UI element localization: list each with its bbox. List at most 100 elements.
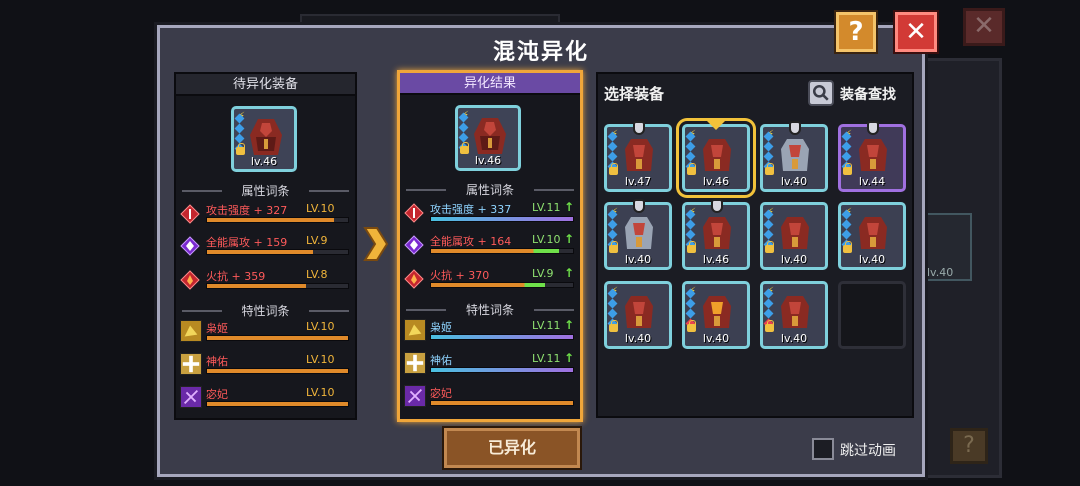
pending-item-slot[interactable]: ⚡ lv.46	[231, 106, 297, 172]
pin-icon	[867, 121, 879, 135]
trait-bar	[206, 335, 349, 341]
equipment-slot[interactable]: ⚡lv.46	[682, 124, 750, 192]
close-button[interactable]: ✕	[895, 12, 937, 52]
stat-bar	[206, 283, 349, 289]
level-up-icon: ↑	[563, 318, 574, 332]
lock-icon	[236, 143, 245, 155]
equipment-slot[interactable]: ⚡lv.46	[682, 199, 750, 270]
stat-name: 全能属攻 + 159	[206, 236, 288, 249]
equipment-icon	[781, 296, 809, 328]
result-panel: 异化结果 ⚡ lv.46 属性词条 攻击强度 + 337 LV.11 ↑ 全能属…	[397, 70, 583, 422]
equipment-slot[interactable]: ⚡lv.40	[760, 121, 828, 192]
result-stat-row: 攻击强度 + 337 LV.11 ↑	[404, 200, 576, 229]
equipment-level: lv.44	[858, 175, 886, 188]
equipment-icon	[703, 296, 731, 328]
stat-name: 攻击强度 + 337	[430, 203, 512, 216]
result-trait-row: 宓妃	[404, 385, 576, 413]
stat-bar	[206, 217, 349, 223]
armor-icon	[474, 118, 506, 154]
pending-trait-row: 宓妃 LV.10	[180, 386, 351, 414]
equipment-slot[interactable]: ⚡lv.40	[760, 281, 828, 349]
lock-icon	[843, 163, 852, 175]
lock-icon	[843, 241, 852, 253]
equipment-slot[interactable]: ⚡lv.40	[838, 202, 906, 270]
equipment-level: lv.40	[780, 175, 808, 188]
help-button[interactable]: ?	[836, 12, 876, 52]
equipment-slot[interactable]: ⚡lv.47	[604, 121, 672, 192]
trait-name: 枭姬	[430, 321, 452, 334]
owl-trait-icon	[180, 320, 202, 342]
equipment-slot[interactable]: ⚡lv.40	[760, 202, 828, 270]
item-level: lv.46	[474, 154, 502, 167]
trait-name: 宓妃	[430, 387, 452, 400]
trait-level: LV.11	[532, 352, 561, 365]
stat-level: LV.9	[532, 267, 554, 280]
equipment-icon	[625, 139, 653, 171]
armor-icon	[250, 119, 282, 155]
magnifier-icon	[808, 80, 834, 106]
equipment-slot[interactable]: ⚡lv.40	[682, 281, 750, 349]
stat-level: LV.11	[532, 201, 561, 214]
stat-level: LV.10	[532, 233, 561, 246]
level-up-icon: ↑	[563, 232, 574, 246]
trait-bar	[206, 401, 349, 407]
equipment-level: lv.46	[702, 253, 730, 266]
equipment-level: lv.46	[702, 175, 730, 188]
fire-resist-icon	[180, 270, 200, 290]
trait-bar	[430, 334, 574, 340]
stat-level: LV.10	[306, 202, 335, 215]
equipment-level: lv.40	[780, 332, 808, 345]
equipment-search-button[interactable]: 装备查找	[808, 78, 908, 108]
lock-icon	[765, 241, 774, 253]
pending-header: 待异化装备	[176, 74, 355, 96]
stat-level: LV.8	[306, 268, 328, 281]
equipment-slot[interactable]: ⚡lv.44	[838, 121, 906, 192]
equipment-level: lv.40	[624, 253, 652, 266]
pending-stat-row: 火抗 + 359 LV.8	[180, 268, 351, 296]
trait-level: LV.10	[306, 320, 335, 333]
select-equipment-title: 选择装备	[604, 85, 665, 103]
elemental-stat-icon	[180, 236, 200, 256]
stat-bar	[430, 248, 574, 254]
trait-name: 宓妃	[206, 388, 228, 401]
equipment-search-label: 装备查找	[840, 87, 896, 103]
equipment-level: lv.40	[702, 332, 730, 345]
result-header: 异化结果	[400, 73, 580, 95]
equipment-icon	[859, 217, 887, 249]
trait-name: 神佑	[206, 355, 228, 368]
result-item-slot[interactable]: ⚡ lv.46	[455, 105, 521, 171]
equipment-icon	[625, 217, 653, 249]
consort-trait-icon	[180, 386, 202, 408]
equipment-icon	[781, 139, 809, 171]
result-attr-section: 属性词条	[400, 181, 580, 198]
pin-icon	[789, 121, 801, 135]
stat-bar	[430, 216, 574, 222]
skip-animation-checkbox[interactable]	[812, 438, 834, 460]
trait-level: LV.10	[306, 353, 335, 366]
pending-attr-section: 属性词条	[176, 182, 355, 199]
lock-icon	[687, 241, 696, 253]
chevron-right-icon	[363, 227, 389, 261]
equipment-slot[interactable]: ⚡lv.40	[604, 281, 672, 349]
consort-trait-icon	[404, 385, 426, 407]
empty-equipment-slot[interactable]	[838, 281, 906, 349]
stat-bar	[430, 282, 574, 288]
equipment-level: lv.47	[624, 175, 652, 188]
stat-name: 火抗 + 370	[430, 269, 490, 282]
fire-resist-icon	[404, 269, 424, 289]
lock-icon	[609, 241, 618, 253]
stat-level: LV.9	[306, 234, 328, 247]
equipment-slot[interactable]: ⚡lv.40	[604, 199, 672, 270]
trait-name: 枭姬	[206, 322, 228, 335]
equipment-level: lv.40	[624, 332, 652, 345]
trait-level: LV.11	[532, 319, 561, 332]
result-stat-row: 火抗 + 370 LV.9 ↑	[404, 266, 576, 295]
transformed-button[interactable]: 已异化	[444, 428, 580, 468]
background-close-icon: ✕	[963, 8, 1005, 46]
equipment-icon	[625, 296, 653, 328]
lock-icon	[460, 142, 469, 154]
equipment-icon	[781, 217, 809, 249]
background-help-icon: ?	[950, 428, 988, 464]
stat-name: 攻击强度 + 327	[206, 204, 288, 217]
trait-name: 神佑	[430, 354, 452, 367]
